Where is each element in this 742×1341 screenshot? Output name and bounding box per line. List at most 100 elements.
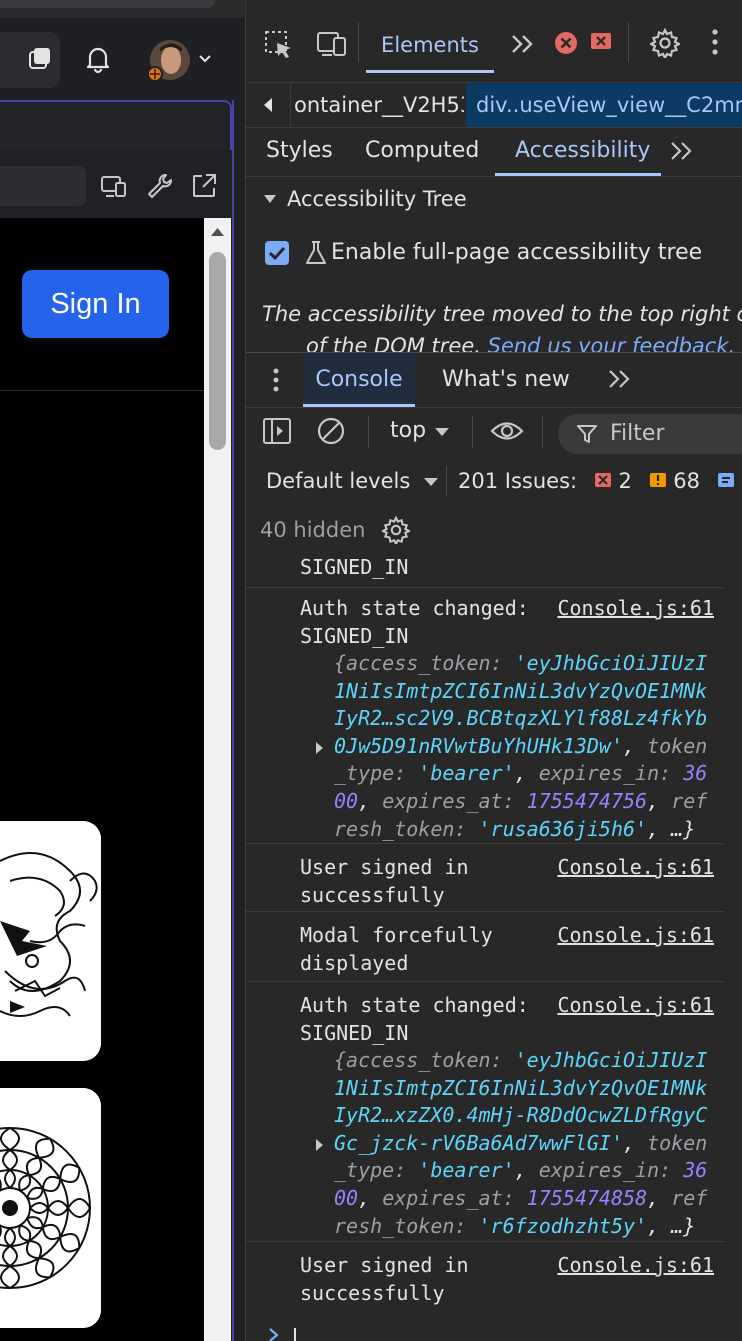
inspect-icon[interactable] <box>264 30 294 60</box>
filter-input[interactable]: Filter <box>558 414 742 454</box>
checkbox-icon[interactable] <box>265 241 289 265</box>
console-message: SIGNED_IN <box>246 554 724 588</box>
object-preview-line: Gc_jzck-rV6Ba6Ad7wwFlGI', token <box>334 1130 708 1155</box>
console-message: Modal forcefully displayed Console.js:61 <box>246 911 724 982</box>
object-preview-line: 00, expires_at: 1755474858, ref <box>334 1186 708 1210</box>
scroll-up-arrow-icon[interactable] <box>209 226 226 238</box>
open-external-icon[interactable] <box>190 172 218 200</box>
enable-full-page-tree-label[interactable]: Enable full-page accessibility tree <box>331 236 702 270</box>
breadcrumb-scroll-left[interactable] <box>246 83 291 127</box>
tab-whats-new[interactable]: What's new <box>442 353 570 407</box>
message-text: Auth state changed: SIGNED_IN <box>300 993 529 1045</box>
object-preview-line: resh_token: 'rusa636ji5h6', …} <box>334 816 696 841</box>
breadcrumb-item[interactable]: ontainer__V2H53 <box>290 83 464 127</box>
console-message: Auth state changed: SIGNED_IN Console.js… <box>246 981 724 1242</box>
console-message: User signed in successfully Console.js:6… <box>246 1241 724 1311</box>
chevron-down-icon[interactable] <box>198 54 212 64</box>
object-preview-line: _type: 'bearer', expires_in: 36 <box>334 761 708 786</box>
hidden-messages-row: 40 hidden <box>246 506 742 555</box>
warning-icon <box>649 473 666 487</box>
tab-accessibility[interactable]: Accessibility <box>515 126 650 176</box>
object-preview-line: _type: 'bearer', expires_in: 36 <box>334 1158 708 1183</box>
active-tab[interactable] <box>0 0 215 8</box>
dragon-artwork-card[interactable] <box>0 821 101 1061</box>
collapse-triangle-icon[interactable] <box>262 193 278 205</box>
message-text: Auth state changed: SIGNED_IN <box>300 596 529 648</box>
drawer-menu-icon[interactable] <box>272 367 280 393</box>
gear-icon[interactable] <box>382 516 410 544</box>
elements-subtabs: Styles Computed Accessibility <box>246 126 742 177</box>
chevron-down-icon[interactable] <box>434 427 450 437</box>
clear-icon[interactable] <box>316 416 346 446</box>
sidebar-icon[interactable] <box>262 417 292 445</box>
source-link[interactable]: Console.js:61 <box>557 922 714 950</box>
source-link[interactable]: Console.js:61 <box>557 1252 714 1280</box>
object-preview-line: IyR2…xzZX0.4mHj-R8DdOcwZLDfRgyC <box>334 1103 708 1128</box>
tab-elements[interactable]: Elements <box>366 24 494 74</box>
more-tabs-icon[interactable] <box>510 34 536 54</box>
expand-triangle-icon[interactable] <box>314 741 324 755</box>
log-levels-dropdown[interactable]: Default levels <box>266 456 439 506</box>
toolbar-divider <box>446 466 447 496</box>
toolbar-divider <box>542 416 543 448</box>
section-title: Accessibility Tree <box>287 187 467 211</box>
message-text: User signed in successfully <box>300 855 469 907</box>
tab-computed[interactable]: Computed <box>365 126 479 176</box>
console-message: User signed in successfully Console.js:6… <box>246 843 724 912</box>
drawer-tabs: Console What's new <box>246 352 742 408</box>
settings-icon[interactable] <box>650 28 680 58</box>
object-preview-line: 0Jw5D91nRVwtBuYhUHk13Dw', token <box>334 733 708 758</box>
more-tabs-icon[interactable] <box>670 142 694 160</box>
console-toolbar: top Filter <box>246 406 742 456</box>
devtools-panel: Elements ontainer__V2H53 div..useView_vi… <box>245 0 742 1341</box>
expand-triangle-icon[interactable] <box>314 1138 324 1152</box>
object-preview-line: 00, expires_at: 1755474756, ref <box>334 789 708 813</box>
console-log: SIGNED_IN Auth state changed: SIGNED_IN … <box>246 554 742 1341</box>
error-icon[interactable] <box>554 31 578 55</box>
object-preview-line[interactable]: {access_token: 'eyJhbGciOiJIUzI <box>334 1047 734 1075</box>
active-tab-indicator <box>495 173 661 176</box>
issue-icon[interactable] <box>590 32 612 52</box>
mandala-artwork-card[interactable] <box>0 1088 101 1328</box>
message-text: SIGNED_IN <box>300 555 409 579</box>
issues-label: 201 Issues: <box>458 469 578 493</box>
bell-icon[interactable] <box>84 44 112 74</box>
url-field[interactable] <box>0 166 86 206</box>
breadcrumb: ontainer__V2H53 div..useView_view__C2mn <box>246 82 742 128</box>
hidden-count: 40 hidden <box>260 518 366 542</box>
tab-styles[interactable]: Styles <box>266 126 333 176</box>
more-tabs-icon[interactable] <box>608 370 632 388</box>
kebab-icon[interactable] <box>710 28 720 56</box>
tab-console[interactable]: Console <box>303 353 415 407</box>
accessibility-tree-section[interactable]: Accessibility Tree <box>246 177 742 221</box>
object-preview-line: resh_token: 'r6fzodhzht5y', …} <box>334 1213 696 1238</box>
object-preview-line: IyR2…sc2V9.BCBtqzXLYlf88Lz4fkYb <box>334 706 708 731</box>
source-link[interactable]: Console.js:61 <box>557 992 714 1020</box>
console-input-caret[interactable] <box>294 1328 296 1341</box>
console-levels-row: Default levels 201 Issues: 2 68 131 <box>246 456 742 506</box>
console-prompt-icon <box>268 1328 280 1341</box>
sign-in-button[interactable]: Sign In <box>22 270 169 338</box>
scrollbar-thumb[interactable] <box>209 252 226 450</box>
issues-counter[interactable]: 201 Issues: 2 68 131 <box>458 456 742 506</box>
devtools-toolbar: Elements <box>246 0 742 82</box>
info-icon <box>717 473 734 487</box>
object-preview-line[interactable]: {access_token: 'eyJhbGciOiJIUzI <box>334 650 734 678</box>
message-text: User signed in successfully <box>300 1253 469 1305</box>
breadcrumb-item-selected[interactable]: div..useView_view__C2mn <box>466 83 742 127</box>
toolbar-divider <box>628 22 629 62</box>
source-link[interactable]: Console.js:61 <box>557 854 714 882</box>
context-selector[interactable]: top <box>390 406 426 456</box>
object-preview-line: 1NiIsImtpZCI6InNiL3dvYzQvOE1MNk <box>334 1075 708 1100</box>
wrench-icon[interactable] <box>146 172 174 200</box>
log-levels-label: Default levels <box>266 469 411 493</box>
toolbar-divider <box>472 416 473 448</box>
device-toolbar-icon[interactable] <box>316 30 348 58</box>
source-link[interactable]: Console.js:61 <box>557 595 714 623</box>
active-tab-indicator <box>366 70 494 73</box>
avatar[interactable] <box>146 38 194 82</box>
cast-icon[interactable] <box>100 172 128 200</box>
toolbar-divider <box>368 416 369 448</box>
tab-search-icon[interactable] <box>26 46 52 72</box>
eye-icon[interactable] <box>490 418 524 444</box>
